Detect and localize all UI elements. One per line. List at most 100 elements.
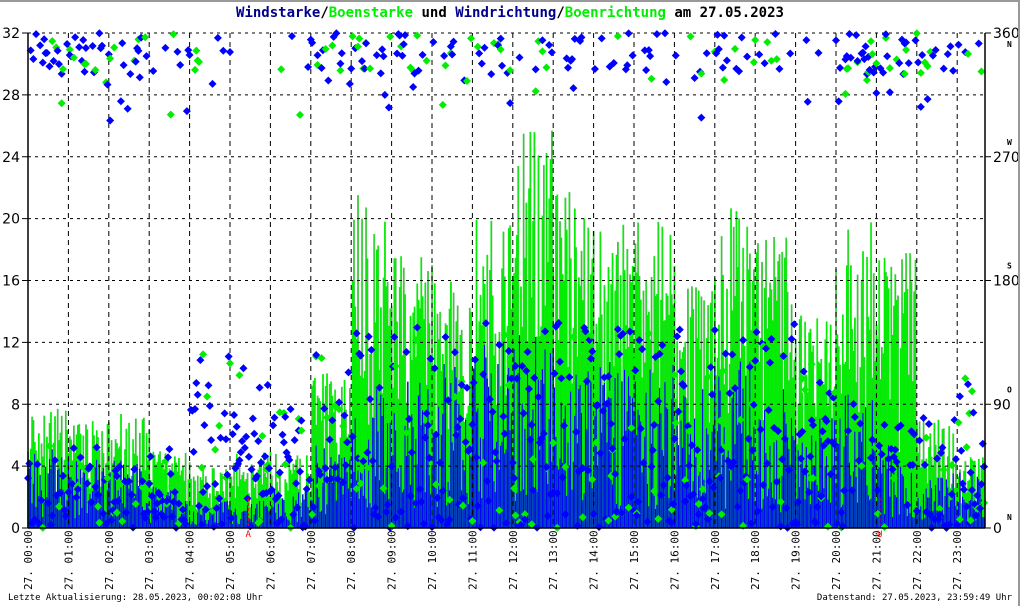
wind-direction-point bbox=[176, 61, 185, 70]
wind-direction-point bbox=[36, 41, 45, 50]
wind-direction-point bbox=[189, 447, 198, 456]
sun-marker-label: A bbox=[245, 530, 251, 540]
wind-direction-point bbox=[515, 53, 524, 62]
wind-direction-point bbox=[239, 364, 248, 373]
wind-direction-point bbox=[88, 41, 97, 50]
y2-tick-label: 0 bbox=[993, 521, 1002, 537]
wind-direction-point bbox=[380, 90, 389, 99]
wind-direction-point bbox=[221, 435, 230, 444]
wind-direction-point bbox=[230, 410, 239, 419]
x-tick-label: 27. 20:00 bbox=[830, 530, 843, 590]
wind-direction-point bbox=[379, 52, 388, 61]
wind-direction-point bbox=[914, 58, 923, 67]
gust-direction-point bbox=[422, 56, 431, 65]
wind-direction-point bbox=[441, 332, 450, 341]
wind-direction-point bbox=[232, 422, 241, 431]
wind-direction-point bbox=[646, 52, 655, 61]
wind-direction-point bbox=[564, 63, 573, 72]
wind-direction-point bbox=[477, 59, 486, 68]
wind-direction-point bbox=[590, 64, 599, 73]
wind-direction-point bbox=[376, 69, 385, 78]
wind-direction-point bbox=[32, 30, 41, 39]
wind-direction-point bbox=[418, 50, 427, 59]
wind-direction-point bbox=[916, 102, 925, 111]
wind-direction-point bbox=[123, 104, 132, 113]
gust-direction-point bbox=[166, 110, 175, 119]
wind-direction-point bbox=[149, 66, 158, 75]
wind-direction-point bbox=[219, 46, 228, 55]
wind-direction-point bbox=[126, 70, 135, 79]
wind-direction-point bbox=[116, 97, 125, 106]
wind-direction-point bbox=[248, 414, 257, 423]
y-tick-label: 16 bbox=[2, 274, 20, 290]
wind-direction-point bbox=[220, 409, 229, 418]
wind-direction-point bbox=[345, 79, 354, 88]
x-tick-label: 27. 10:00 bbox=[426, 530, 439, 590]
wind-direction-point bbox=[803, 97, 812, 106]
wind-direction-point bbox=[911, 36, 920, 45]
wind-direction-point bbox=[409, 82, 418, 91]
wind-direction-point bbox=[205, 401, 214, 410]
wind-direction-point bbox=[660, 29, 669, 38]
wind-direction-point bbox=[80, 67, 89, 76]
gust-direction-point bbox=[720, 75, 729, 84]
wind-direction-point bbox=[106, 116, 115, 125]
wind-direction-point bbox=[173, 47, 182, 56]
y2-tick-label: 180 bbox=[993, 274, 1020, 290]
x-tick-label: 27. 13:00 bbox=[547, 530, 560, 590]
wind-direction-point bbox=[702, 49, 711, 58]
x-tick-label: 27. 18:00 bbox=[749, 530, 762, 590]
wind-direction-point bbox=[81, 43, 90, 52]
wind-direction-point bbox=[372, 51, 381, 60]
wind-direction-point bbox=[255, 383, 264, 392]
wind-direction-point bbox=[642, 66, 651, 75]
gust-direction-point bbox=[169, 30, 178, 39]
wind-direction-point bbox=[38, 58, 47, 67]
wind-direction-point bbox=[974, 39, 983, 48]
wind-direction-point bbox=[919, 414, 928, 423]
y2-tick-label: 90 bbox=[993, 397, 1011, 413]
x-tick-label: 27. 09:00 bbox=[386, 530, 399, 590]
wind-direction-point bbox=[401, 31, 410, 40]
wind-direction-point bbox=[775, 64, 784, 73]
wind-direction-point bbox=[853, 56, 862, 65]
wind-direction-point bbox=[690, 73, 699, 82]
wind-direction-point bbox=[200, 421, 209, 430]
gust-direction-point bbox=[57, 99, 66, 108]
wind-direction-point bbox=[224, 352, 233, 361]
wind-direction-point bbox=[924, 420, 933, 429]
wind-direction-point bbox=[384, 103, 393, 112]
wind-direction-point bbox=[279, 438, 288, 447]
wind-direction-point bbox=[135, 73, 144, 82]
wind-direction-point bbox=[250, 429, 259, 438]
x-tick-label: 27. 12:00 bbox=[507, 530, 520, 590]
wind-direction-point bbox=[324, 76, 333, 85]
wind-direction-point bbox=[247, 465, 256, 474]
wind-direction-point bbox=[872, 89, 881, 98]
wind-direction-point bbox=[378, 45, 387, 54]
wind-direction-point bbox=[547, 48, 556, 57]
gust-direction-point bbox=[386, 32, 395, 41]
wind-direction-point bbox=[918, 51, 927, 60]
gust-direction-point bbox=[900, 69, 909, 78]
wind-direction-point bbox=[337, 49, 346, 58]
gust-direction-point bbox=[939, 465, 948, 474]
wind-direction-point bbox=[675, 325, 684, 334]
wind-direction-point bbox=[40, 35, 49, 44]
wind-direction-point bbox=[207, 436, 216, 445]
compass-label: O bbox=[1007, 385, 1012, 394]
wind-direction-point bbox=[79, 36, 88, 45]
x-tick-label: 27. 02:00 bbox=[103, 530, 116, 590]
compass-label: S bbox=[1007, 262, 1012, 271]
wind-direction-point bbox=[671, 51, 680, 60]
wind-direction-point bbox=[628, 51, 637, 60]
wind-direction-point bbox=[959, 485, 968, 494]
wind-direction-point bbox=[852, 31, 861, 40]
gust-direction-point bbox=[686, 32, 695, 41]
x-tick-label: 27. 22:00 bbox=[911, 530, 924, 590]
wind-direction-point bbox=[949, 66, 958, 75]
wind-direction-point bbox=[286, 405, 295, 414]
wind-direction-point bbox=[832, 36, 840, 45]
wind-direction-point bbox=[498, 61, 507, 70]
wind-direction-point bbox=[71, 33, 80, 42]
